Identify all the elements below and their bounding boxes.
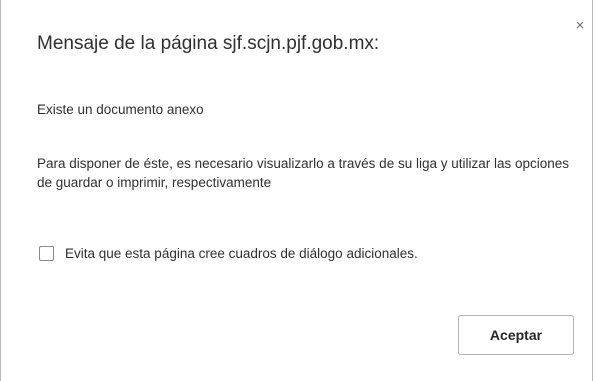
close-icon[interactable]: × xyxy=(572,18,588,34)
suppress-dialogs-option[interactable]: Evita que esta página cree cuadros de di… xyxy=(39,246,418,261)
message-line-2: Para disponer de éste, es necesario visu… xyxy=(37,156,570,190)
suppress-dialogs-checkbox[interactable] xyxy=(39,246,54,261)
message-line-1: Existe un documento anexo xyxy=(37,102,204,117)
suppress-dialogs-label[interactable]: Evita que esta página cree cuadros de di… xyxy=(65,246,418,261)
accept-button[interactable]: Aceptar xyxy=(458,315,574,355)
alert-dialog: × Mensaje de la página sjf.scjn.pjf.gob.… xyxy=(0,0,593,381)
dialog-title: Mensaje de la página sjf.scjn.pjf.gob.mx… xyxy=(37,33,380,54)
